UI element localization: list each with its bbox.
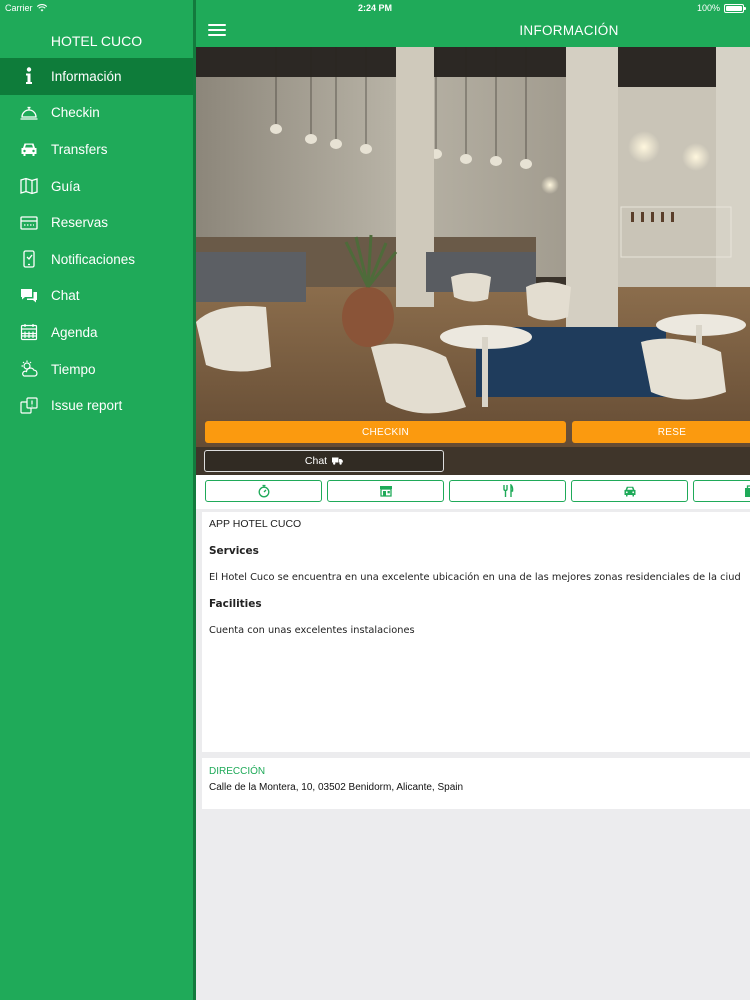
address-value: Calle de la Montera, 10, 03502 Benidorm,… (209, 782, 464, 793)
services-heading: Services (209, 545, 259, 557)
car-icon (18, 138, 40, 160)
sidebar-item-label: Agenda (51, 324, 98, 340)
fork-knife-icon (502, 484, 513, 497)
service-bell-icon (18, 102, 40, 124)
sidebar-item-issue-report[interactable]: Issue report (0, 387, 193, 424)
sidebar-item-chat[interactable]: Chat (0, 278, 193, 315)
quick-action-taxi[interactable] (571, 480, 688, 502)
sidebar-item-label: Issue report (51, 398, 123, 414)
chat-bubbles-icon (18, 285, 40, 307)
sidebar-item-label: Reservas (51, 215, 109, 231)
sidebar-item-notificaciones[interactable]: Notificaciones (0, 241, 193, 278)
sidebar-item-tiempo[interactable]: Tiempo (0, 351, 193, 388)
shop-icon (379, 486, 392, 497)
checkin-button[interactable]: CHECKIN (205, 421, 566, 443)
sidebar-item-label: Información (51, 68, 122, 84)
issue-report-icon (18, 395, 40, 417)
chat-button[interactable]: Chat (204, 450, 444, 472)
sidebar-item-label: Tiempo (51, 361, 96, 377)
info-app-title: APP HOTEL CUCO (209, 518, 302, 530)
app-name: HOTEL CUCO (50, 33, 143, 49)
phone-notification-icon (18, 248, 40, 270)
sidebar-item-label: Notificaciones (51, 251, 136, 267)
quick-action-restaurant[interactable] (449, 480, 566, 502)
taxi-icon (624, 486, 635, 497)
address-card[interactable]: DIRECCIÓN Calle de la Montera, 10, 03502… (202, 758, 750, 809)
truck-icon (332, 457, 343, 465)
battery-status: 100% (696, 3, 746, 13)
sidebar-item-checkin[interactable]: Checkin (0, 95, 193, 132)
weather-icon (18, 358, 40, 380)
sidebar-item-transfers[interactable]: Transfers (0, 131, 193, 168)
sidebar: HOTEL CUCO Información Checkin Transfers… (0, 0, 193, 1000)
chat-button-label: Chat (304, 455, 328, 467)
quick-actions-bar (196, 475, 750, 509)
sidebar-item-label: Checkin (51, 105, 100, 121)
stopwatch-icon (258, 484, 269, 498)
facilities-heading: Facilities (209, 598, 262, 610)
facilities-text: Cuenta con unas excelentes instalaciones (209, 625, 415, 636)
sidebar-item-guia[interactable]: Guía (0, 168, 193, 205)
battery-percentage: 100% (696, 3, 720, 13)
sidebar-menu: Información Checkin Transfers Guía Reser… (0, 58, 193, 424)
status-bar: Carrier 2:24 PM 100% (0, 0, 750, 16)
page-title: INFORMACIÓN (519, 23, 619, 38)
info-icon (18, 65, 40, 87)
quick-action-stopwatch[interactable] (205, 480, 322, 502)
battery-level (726, 5, 742, 11)
sidebar-item-label: Chat (51, 288, 80, 304)
address-label: DIRECCIÓN (209, 766, 266, 777)
quick-action-shop[interactable] (327, 480, 444, 502)
battery-icon (724, 3, 746, 13)
sidebar-item-informacion[interactable]: Información (0, 58, 193, 95)
ticket-icon (18, 212, 40, 234)
calendar-icon (18, 321, 40, 343)
sidebar-item-reservas[interactable]: Reservas (0, 204, 193, 241)
sidebar-item-label: Guía (51, 178, 81, 194)
clock: 2:24 PM (357, 3, 392, 13)
lounge-illustration (196, 47, 750, 475)
reservas-button[interactable]: RESE (572, 421, 750, 443)
sidebar-item-agenda[interactable]: Agenda (0, 314, 193, 351)
hotel-photo (196, 47, 750, 475)
map-icon (18, 175, 40, 197)
info-card: APP HOTEL CUCO Services El Hotel Cuco se… (202, 512, 750, 752)
main-content: INFORMACIÓN CHECKIN RESE Chat APP HOTEL … (196, 0, 750, 1000)
quick-action-bag[interactable] (693, 480, 750, 502)
services-text: El Hotel Cuco se encuentra en una excele… (209, 572, 741, 583)
sidebar-item-label: Transfers (51, 141, 108, 157)
bag-icon (745, 485, 750, 497)
